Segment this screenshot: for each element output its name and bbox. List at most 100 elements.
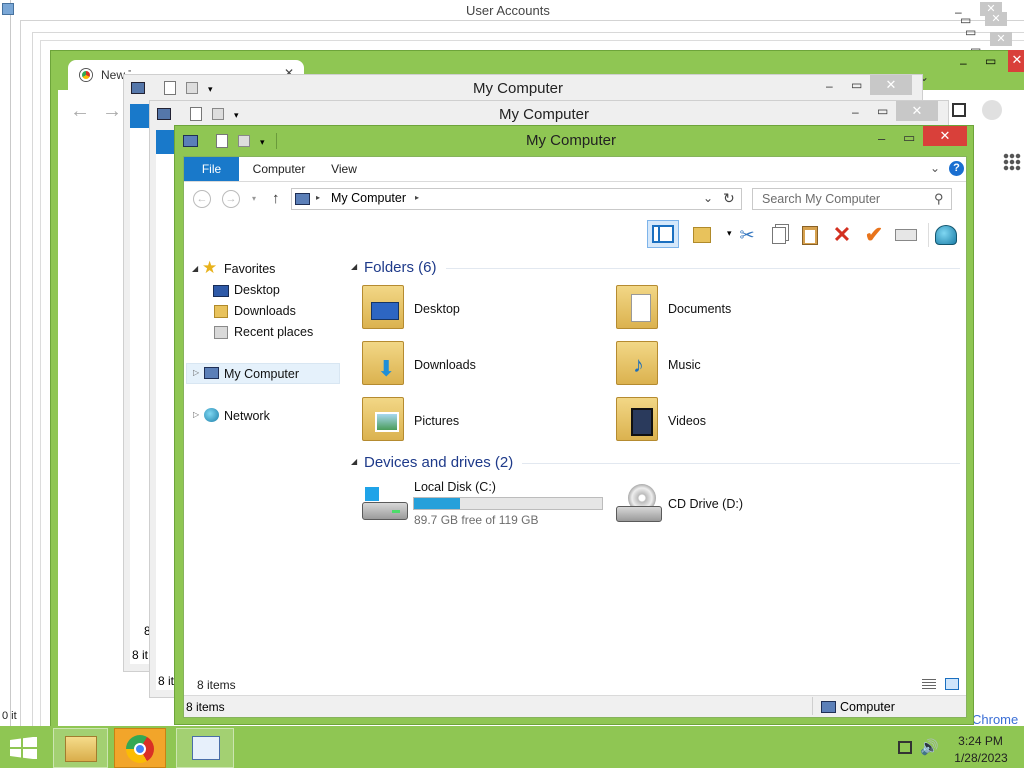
- back-2-minimize-button[interactable]: –: [852, 106, 859, 118]
- qat-newfolder-icon[interactable]: [186, 82, 198, 94]
- qat-dropdown-icon[interactable]: ▾: [260, 137, 265, 148]
- computer-expand-icon[interactable]: ▷: [193, 368, 199, 377]
- qat-newfolder-icon[interactable]: [238, 135, 250, 147]
- start-button[interactable]: [10, 736, 38, 760]
- nav-favorites[interactable]: Favorites: [224, 262, 275, 276]
- chrome-forward-icon[interactable]: →: [102, 100, 122, 123]
- back-2-close-button[interactable]: ✕: [896, 101, 938, 121]
- network-globe-icon[interactable]: [934, 223, 958, 247]
- breadcrumb-location[interactable]: My Computer: [331, 191, 406, 205]
- devices-collapse-icon[interactable]: ◢: [351, 457, 357, 466]
- properties-folder-icon[interactable]: [690, 223, 714, 247]
- clock-time[interactable]: 3:24 PM: [958, 734, 1003, 748]
- item-count-inner: 8 items: [197, 678, 236, 692]
- tab-file[interactable]: File: [184, 157, 239, 181]
- back-1-maximize-button[interactable]: ▭: [851, 79, 862, 91]
- details-view-icon[interactable]: [922, 679, 936, 690]
- map-drive-icon[interactable]: [894, 223, 918, 247]
- folders-section-header[interactable]: Folders (6): [364, 259, 437, 276]
- tab-computer[interactable]: Computer: [246, 157, 312, 181]
- minimize-button[interactable]: –: [878, 132, 885, 145]
- large-icons-view-icon[interactable]: [945, 678, 959, 690]
- cd-drive-label[interactable]: CD Drive (D:): [668, 497, 743, 511]
- cd-drive-icon[interactable]: [616, 484, 664, 526]
- qat-newfolder-icon[interactable]: [212, 108, 224, 120]
- folder-music-label[interactable]: Music: [668, 358, 701, 372]
- music-folder-icon[interactable]: ♪: [616, 341, 658, 385]
- network-icon: [204, 408, 219, 422]
- rename-check-icon[interactable]: ✔: [862, 222, 886, 247]
- taskbar-control-panel[interactable]: [176, 728, 234, 768]
- network-tray-icon[interactable]: [898, 741, 912, 754]
- breadcrumb-separator-icon[interactable]: ▸: [415, 193, 419, 202]
- refresh-icon[interactable]: ↻: [723, 190, 735, 207]
- videos-folder-icon[interactable]: [616, 397, 658, 441]
- chrome-icon: [80, 69, 92, 81]
- folder-desktop-label[interactable]: Desktop: [414, 302, 460, 316]
- cut-icon[interactable]: ✂: [735, 223, 759, 247]
- back-button[interactable]: ←: [193, 190, 211, 208]
- qat-properties-icon[interactable]: [216, 134, 228, 148]
- desktop-folder-icon[interactable]: [362, 285, 404, 329]
- nav-recent-places[interactable]: Recent places: [234, 325, 313, 339]
- properties-dropdown-icon[interactable]: ▾: [727, 228, 732, 239]
- folder-documents-label[interactable]: Documents: [668, 302, 731, 316]
- taskbar-file-explorer[interactable]: [53, 728, 108, 768]
- forward-button[interactable]: →: [222, 190, 240, 208]
- copy-icon[interactable]: [767, 223, 791, 247]
- folder-downloads-label[interactable]: Downloads: [414, 358, 476, 372]
- recent-locations-chevron-icon[interactable]: ▾: [252, 194, 256, 203]
- back-1-minimize-button[interactable]: –: [826, 80, 833, 92]
- explorer-pane: File Computer View ⌄ ? ← → ▾ ↑ ▸ My Comp…: [183, 156, 967, 718]
- close-icon[interactable]: ✕: [990, 32, 1012, 46]
- restore-button[interactable]: ▭: [965, 26, 976, 38]
- volume-tray-icon[interactable]: 🔊: [920, 738, 939, 756]
- chrome-footer-link[interactable]: Chrome: [972, 712, 1018, 727]
- breadcrumb-separator-icon[interactable]: ▸: [316, 193, 320, 202]
- back-2-maximize-button[interactable]: ▭: [877, 105, 888, 117]
- tab-view[interactable]: View: [322, 157, 366, 181]
- network-expand-icon[interactable]: ▷: [193, 410, 199, 419]
- qat-dropdown-icon[interactable]: ▾: [208, 84, 213, 95]
- nav-network[interactable]: Network: [224, 409, 270, 423]
- qat-properties-icon[interactable]: [164, 81, 176, 95]
- local-disk-icon[interactable]: [362, 484, 410, 524]
- paste-icon[interactable]: [798, 223, 822, 247]
- close-button[interactable]: ✕: [923, 126, 967, 146]
- preview-pane-button[interactable]: [647, 220, 679, 248]
- taskbar-chrome[interactable]: [114, 728, 166, 768]
- qat-properties-icon[interactable]: [190, 107, 202, 121]
- status-separator: [812, 697, 813, 715]
- back-1-close-button[interactable]: ✕: [870, 75, 912, 95]
- ribbon-expand-chevron-icon[interactable]: ⌄: [930, 161, 940, 175]
- nav-my-computer[interactable]: My Computer: [224, 367, 299, 381]
- devices-section-header[interactable]: Devices and drives (2): [364, 454, 513, 471]
- favorites-expand-icon[interactable]: ◢: [192, 264, 198, 273]
- chrome-maximize-button[interactable]: ▭: [985, 54, 996, 68]
- pictures-folder-icon[interactable]: [362, 397, 404, 441]
- chrome-apps-grid-icon[interactable]: [1003, 153, 1021, 171]
- chrome-minimize-button[interactable]: –: [960, 56, 967, 70]
- folder-videos-label[interactable]: Videos: [668, 414, 706, 428]
- clock-date[interactable]: 1/28/2023: [952, 751, 1010, 765]
- help-icon[interactable]: ?: [949, 161, 964, 176]
- documents-folder-icon[interactable]: [616, 285, 658, 329]
- maximize-button[interactable]: ▭: [903, 131, 915, 144]
- folders-collapse-icon[interactable]: ◢: [351, 262, 357, 271]
- chrome-back-icon[interactable]: ←: [70, 100, 90, 123]
- nav-downloads[interactable]: Downloads: [234, 304, 296, 318]
- qat-dropdown-icon[interactable]: ▾: [234, 110, 239, 121]
- chrome-sidepanel-icon[interactable]: [952, 103, 966, 117]
- chrome-profile-icon[interactable]: [982, 100, 1002, 120]
- downloads-folder-icon[interactable]: ⬇: [362, 341, 404, 385]
- delete-icon[interactable]: ✕: [830, 222, 854, 247]
- search-icon[interactable]: ⚲: [934, 191, 944, 207]
- chrome-icon: [126, 735, 154, 763]
- up-button[interactable]: ↑: [272, 190, 280, 207]
- chrome-close-button[interactable]: ✕: [1008, 50, 1024, 72]
- folder-pictures-label[interactable]: Pictures: [414, 414, 459, 428]
- close-icon[interactable]: ✕: [985, 12, 1007, 26]
- local-disk-label[interactable]: Local Disk (C:): [414, 480, 496, 494]
- address-history-chevron-icon[interactable]: ⌄: [703, 191, 713, 205]
- nav-desktop[interactable]: Desktop: [234, 283, 280, 297]
